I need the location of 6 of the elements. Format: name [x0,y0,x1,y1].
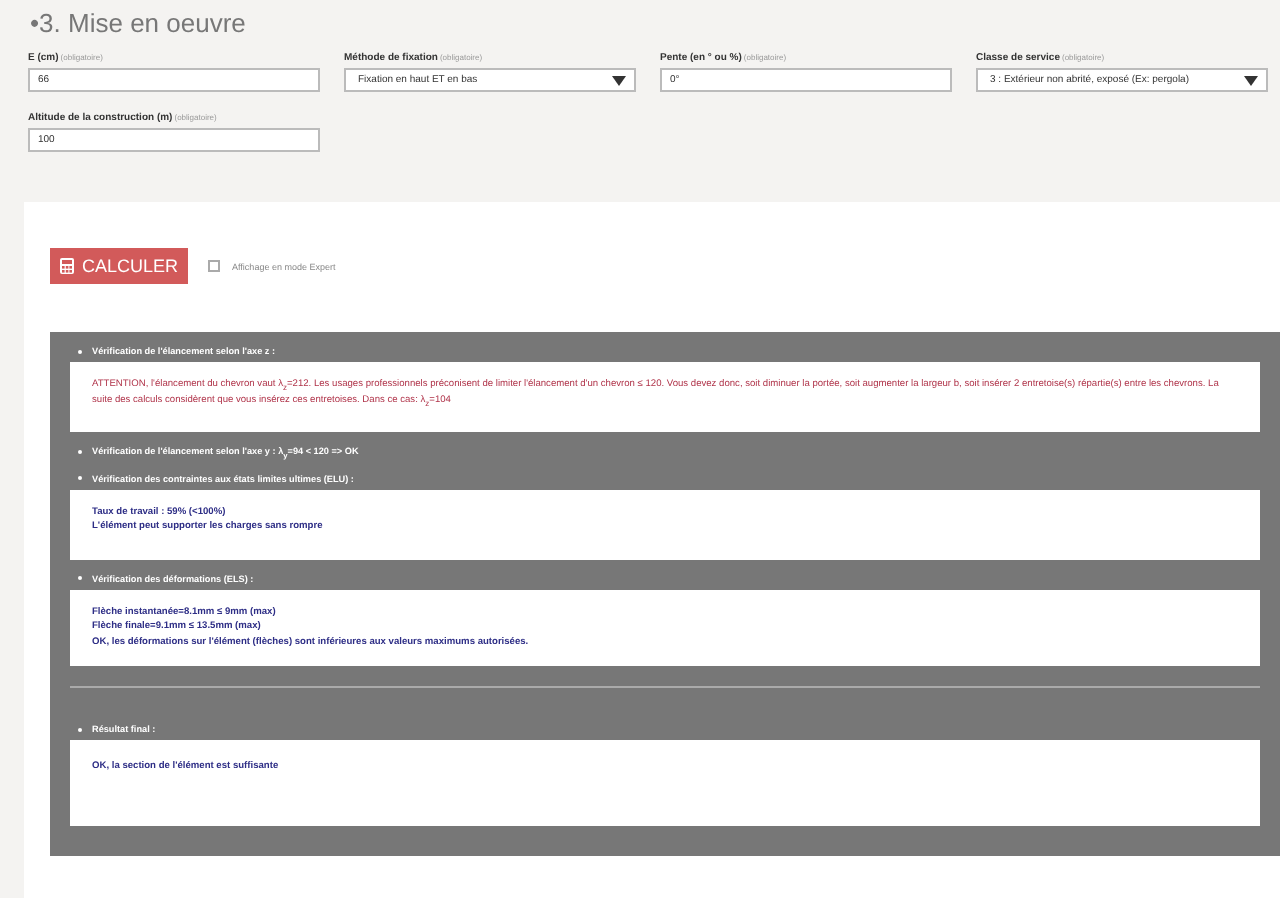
caret-icon [1244,75,1258,85]
caret-icon [612,75,626,85]
section-title: •3. Mise en oeuvre [30,8,248,38]
checkbox[interactable] [208,260,221,272]
calculate-button[interactable]: CALCULER [50,248,189,284]
calculator-icon [60,258,74,274]
